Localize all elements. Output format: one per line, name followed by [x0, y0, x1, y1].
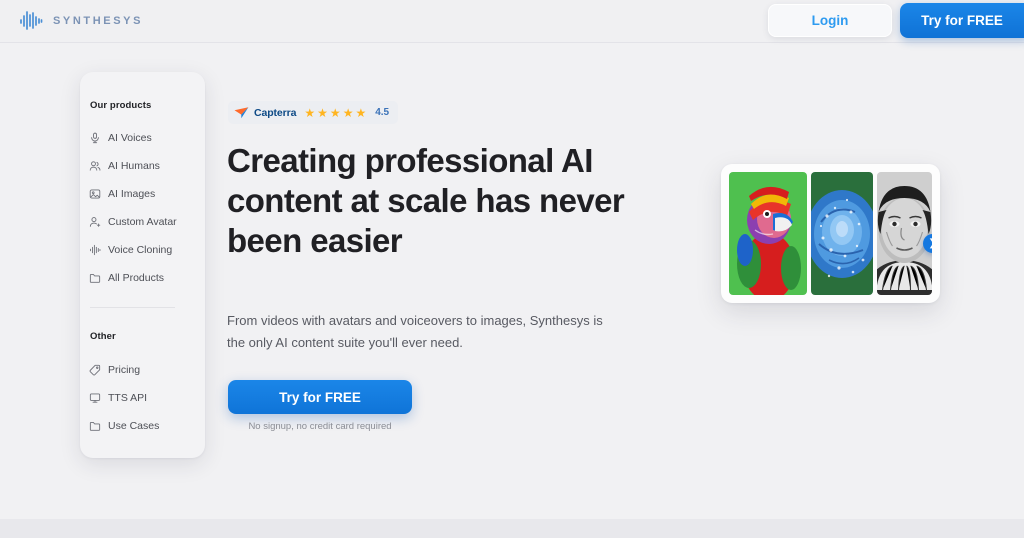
- sidebar-item-custom-avatar[interactable]: Custom Avatar: [89, 212, 199, 231]
- sidebar-label: AI Images: [108, 187, 156, 200]
- star-icon: ★: [329, 105, 341, 120]
- star-icon: ★: [317, 105, 328, 120]
- person-add-icon: [89, 216, 101, 228]
- sidebar-item-ai-humans[interactable]: AI Humans: [89, 156, 199, 175]
- sidebar-item-voice-cloning[interactable]: Voice Cloning: [89, 240, 199, 259]
- star-icon: ★: [342, 105, 354, 120]
- top-header: SYNTHESYS Login Try for FREE: [0, 0, 1024, 43]
- header-try-for-free-button[interactable]: Try for FREE: [900, 3, 1024, 38]
- sidebar-item-pricing[interactable]: Pricing: [89, 360, 199, 379]
- waveform-icon: [89, 244, 101, 256]
- tag-icon: [89, 364, 101, 376]
- cta-note: No signup, no credit card required: [248, 421, 392, 432]
- folder-icon: [89, 420, 101, 432]
- star-rating-icons: ★ ★ ★ ★ ★: [304, 107, 366, 119]
- sidebar-heading-other: Other: [90, 331, 116, 342]
- hero-try-for-free-button[interactable]: Try for FREE: [228, 380, 412, 414]
- sidebar-divider: [90, 307, 175, 308]
- microphone-icon: [89, 132, 101, 144]
- page-title: Creating professional AI content at scal…: [227, 142, 625, 259]
- capterra-name: Capterra: [254, 106, 297, 119]
- people-icon: [89, 160, 101, 172]
- footer-band: [0, 519, 1024, 538]
- login-button[interactable]: Login: [768, 4, 892, 37]
- waveform-logo-icon: [18, 8, 44, 34]
- sidebar-item-ai-voices[interactable]: AI Voices: [89, 128, 199, 147]
- star-icon: ★: [304, 105, 316, 120]
- blue-rose-image[interactable]: [811, 172, 873, 295]
- sidebar-label: Custom Avatar: [108, 215, 177, 228]
- rating-score: 4.5: [375, 107, 390, 118]
- brand-logo[interactable]: SYNTHESYS: [18, 8, 143, 34]
- hero-subtext: From videos with avatars and voiceovers …: [227, 313, 603, 350]
- portrait-image[interactable]: ❯: [877, 172, 932, 295]
- brand-name: SYNTHESYS: [53, 15, 144, 27]
- sidebar-label: TTS API: [108, 391, 148, 404]
- sidebar-label: AI Humans: [108, 159, 160, 172]
- sidebar-item-use-cases[interactable]: Use Cases: [89, 416, 199, 435]
- sidebar-label: All Products: [108, 271, 165, 284]
- sidebar-label: AI Voices: [108, 131, 152, 144]
- star-icon: ★: [355, 105, 367, 120]
- sidebar-heading-products: Our products: [90, 100, 152, 111]
- sidebar-item-all-products[interactable]: All Products: [89, 268, 199, 287]
- sidebar-label: Voice Cloning: [108, 243, 173, 256]
- carousel-slides: ❯: [729, 172, 932, 295]
- folder-icon: [89, 272, 101, 284]
- parrot-image[interactable]: [729, 172, 807, 295]
- sidebar-item-tts-api[interactable]: TTS API: [89, 388, 199, 407]
- capterra-arrow-icon: [234, 106, 249, 119]
- sidebar-label: Pricing: [108, 363, 141, 376]
- capterra-rating-badge[interactable]: Capterra ★ ★ ★ ★ ★ 4.5: [228, 101, 399, 124]
- sidebar-item-ai-images[interactable]: AI Images: [89, 184, 199, 203]
- image-carousel: ❯: [721, 164, 940, 303]
- image-icon: [89, 188, 101, 200]
- monitor-icon: [89, 392, 101, 404]
- sidebar-label: Use Cases: [108, 419, 160, 432]
